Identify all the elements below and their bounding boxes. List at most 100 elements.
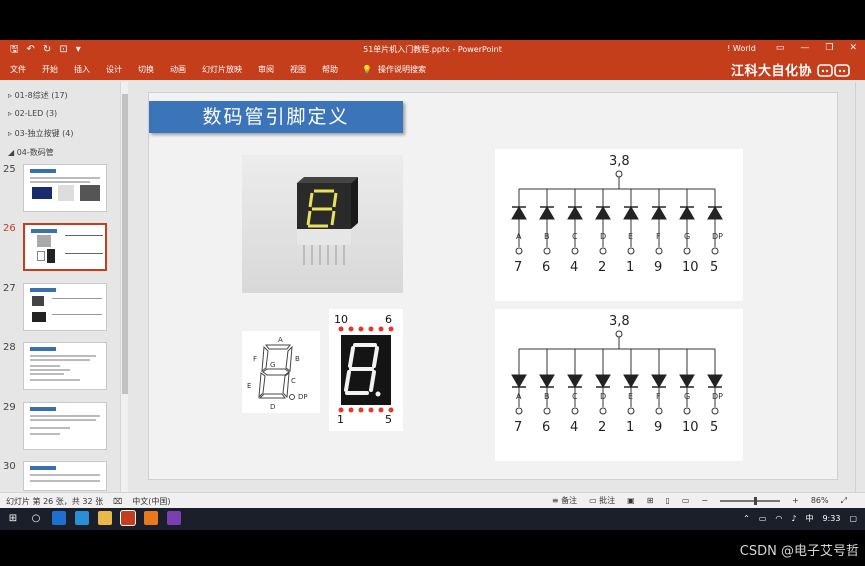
thumbnail-26[interactable]: 26: [0, 223, 120, 271]
diode-label: D: [600, 392, 606, 401]
section-04[interactable]: ◢ 04-数码管: [8, 147, 54, 158]
section-02[interactable]: ▹ 02-LED (3): [8, 109, 57, 118]
tab-1[interactable]: 开始: [42, 64, 58, 75]
diode-0: [511, 206, 527, 220]
thumbnail-28[interactable]: 28: [0, 342, 120, 390]
volume-icon[interactable]: ♪: [791, 514, 796, 523]
search-icon[interactable]: ○: [29, 511, 43, 525]
pin-number: 4: [570, 260, 578, 275]
thumbnail-number: 27: [3, 283, 16, 294]
status-bar: 幻灯片 第 26 张，共 32 张 ⌧ 中文(中国) ≡ 备注 ▭ 批注 ▣ ⊞…: [0, 492, 865, 508]
fit-slide-icon[interactable]: ⤢: [841, 496, 847, 506]
zoom-level[interactable]: 86%: [811, 496, 829, 505]
pin-number: 4: [570, 420, 578, 435]
notes-button[interactable]: ≡ 备注: [552, 495, 577, 506]
windows-start-icon[interactable]: ⊞: [6, 511, 20, 525]
common-pin-label: 3,8: [609, 314, 630, 329]
thumbnail-image: [23, 461, 107, 491]
edge-icon[interactable]: [52, 511, 66, 525]
pinout-photo[interactable]: 10 6 1 5: [329, 309, 403, 431]
network-icon[interactable]: ▭: [759, 514, 767, 523]
tab-0[interactable]: 文件: [10, 64, 26, 75]
app-icon-purple[interactable]: [167, 511, 181, 525]
diode-label: C: [572, 392, 578, 401]
clock[interactable]: 9:33: [822, 514, 840, 523]
diode-1: [539, 374, 555, 388]
thumbnail-number: 29: [3, 402, 16, 413]
comments-button[interactable]: ▭ 批注: [589, 495, 615, 506]
app-icon-blue[interactable]: [75, 511, 89, 525]
diode-6: [679, 374, 695, 388]
diode-0: [511, 374, 527, 388]
tab-3[interactable]: 设计: [106, 64, 122, 75]
title-bar: 🖫 ↶ ↻ ⊡ ▾ 51单片机入门教程.pptx - PowerPoint ! …: [0, 40, 865, 60]
seg-label-a: A: [278, 336, 283, 344]
tab-6[interactable]: 幻灯片放映: [202, 64, 242, 75]
minimize-icon[interactable]: —: [800, 43, 809, 53]
tab-4[interactable]: 切换: [138, 64, 154, 75]
common-cathode-circuit[interactable]: 3,8 A 7 B 6 C 4 D 2 E 1 F 9 G 10 DP 5: [495, 149, 743, 301]
slideshow-view-icon[interactable]: ▭: [682, 496, 690, 505]
wifi-icon[interactable]: ◠: [775, 514, 782, 523]
tab-7[interactable]: 审阅: [258, 64, 274, 75]
thumbnail-image: [23, 283, 107, 331]
language-indicator[interactable]: 中文(中国): [132, 496, 170, 507]
segment-diagram[interactable]: A F B G E C D DP: [242, 331, 320, 413]
thumbnail-27[interactable]: 27: [0, 283, 120, 331]
scrollbar-handle[interactable]: [122, 94, 128, 394]
tab-5[interactable]: 动画: [170, 64, 186, 75]
thumbnail-29[interactable]: 29: [0, 402, 120, 450]
diode-label: D: [600, 232, 606, 241]
zoom-out-button[interactable]: −: [701, 496, 708, 505]
pinout-display-icon: 10 6 1 5: [334, 313, 394, 426]
pin-number: 6: [542, 260, 550, 275]
ime-indicator[interactable]: 中: [805, 513, 813, 524]
pin-number: 7: [514, 260, 522, 275]
notification-icon[interactable]: ▢: [849, 514, 857, 523]
tray-expand-icon[interactable]: ⌃: [743, 514, 750, 523]
pin-number: 6: [542, 420, 550, 435]
pin-number: 9: [654, 260, 662, 275]
diode-label: B: [544, 392, 550, 401]
thumbnail-number: 30: [3, 461, 16, 472]
section-03[interactable]: ▹ 03-独立按键 (4): [8, 128, 74, 139]
restore-icon[interactable]: ❐: [825, 43, 833, 53]
tab-9[interactable]: 帮助: [322, 64, 338, 75]
seg-label-dp: DP: [298, 393, 308, 401]
seven-segment-photo-icon: [297, 177, 358, 265]
zoom-slider[interactable]: [720, 496, 781, 505]
app-icon-orange[interactable]: [144, 511, 158, 525]
diode-6: [679, 206, 695, 220]
tab-2[interactable]: 插入: [74, 64, 90, 75]
pin-bottom-left: 1: [337, 413, 344, 426]
diode-label: G: [684, 232, 690, 241]
diode-4: [623, 374, 639, 388]
current-slide[interactable]: 数码管引脚定义 A F B G E C D DP 10 6 1 5 3,8 A …: [148, 92, 838, 480]
diode-3: [595, 374, 611, 388]
thumbnail-25[interactable]: 25: [0, 164, 120, 212]
normal-view-icon[interactable]: ▣: [627, 496, 635, 505]
diode-label: A: [516, 392, 522, 401]
tell-me-box[interactable]: 💡 操作说明搜索: [362, 64, 426, 75]
section-01[interactable]: ▹ 01-8综述 (17): [8, 90, 68, 101]
zoom-in-button[interactable]: +: [792, 496, 799, 505]
segment-outline-icon: A F B G E C D DP: [247, 336, 308, 411]
slide-sorter-icon[interactable]: ⊞: [647, 496, 654, 505]
diode-5: [651, 374, 667, 388]
account-name[interactable]: ! World: [727, 44, 756, 53]
close-icon[interactable]: ✕: [849, 43, 857, 53]
ribbon-display-icon[interactable]: ▭: [776, 43, 785, 53]
lightbulb-icon: 💡: [362, 65, 372, 74]
common-anode-circuit[interactable]: 3,8 A 7 B 6 C 4 D 2 E 1 F 9 G 10 DP 5: [495, 309, 743, 461]
file-explorer-icon[interactable]: [98, 511, 112, 525]
tab-8[interactable]: 视图: [290, 64, 306, 75]
thumbnail-scrollbar[interactable]: [120, 82, 128, 492]
reading-view-icon[interactable]: ▯: [665, 496, 669, 505]
section-label: 02-LED (3): [14, 109, 58, 118]
slide-title[interactable]: 数码管引脚定义: [149, 101, 403, 133]
diode-label: C: [572, 232, 578, 241]
display-photo[interactable]: [242, 155, 403, 293]
powerpoint-icon[interactable]: [120, 510, 136, 526]
slide-scrollbar[interactable]: [855, 82, 865, 492]
spellcheck-icon[interactable]: ⌧: [113, 497, 122, 506]
